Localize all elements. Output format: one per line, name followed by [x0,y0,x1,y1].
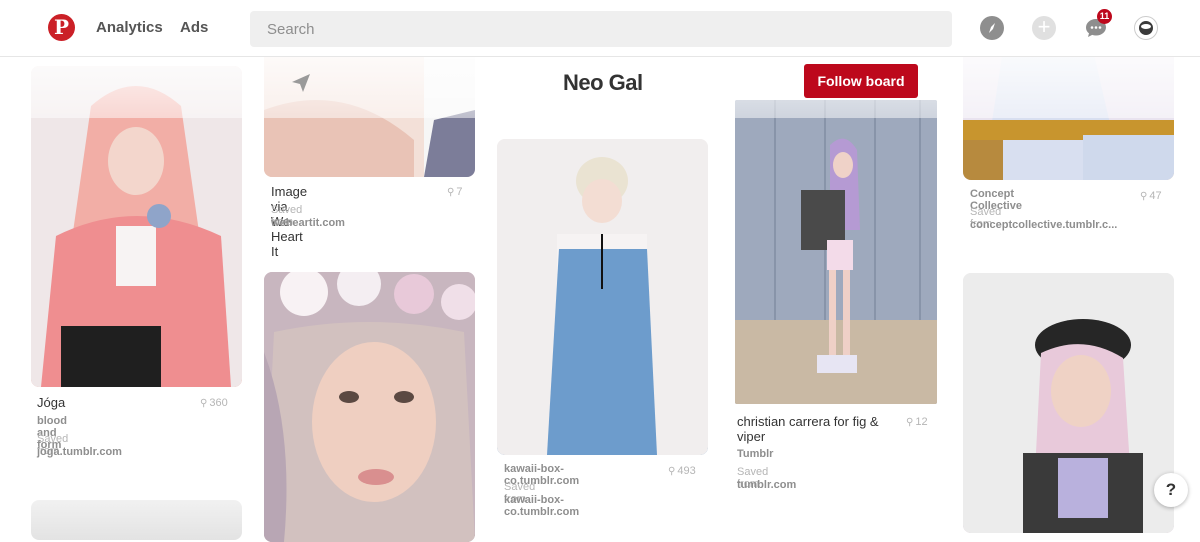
pin-count-icon: ⚲ [200,398,208,409]
repin-count: ⚲ 12 [906,416,928,428]
pin-image[interactable] [963,50,1174,180]
repin-count: ⚲ 7 [447,186,463,198]
pin-count-icon: ⚲ [906,417,914,428]
top-navigation-bar: P Analytics Ads + 11 [0,0,1200,57]
pin-image[interactable] [963,273,1174,533]
repin-count: ⚲ 47 [1140,190,1162,202]
pin-title: christian carrera for fig & viper [737,414,879,444]
pin-source-link[interactable]: tumblr.com [737,479,796,491]
nav-ads-link[interactable]: Ads [180,19,208,36]
pin-image[interactable] [31,500,242,540]
pin-count-icon: ⚲ [447,187,455,198]
search-input[interactable] [250,11,952,47]
pin-source-link[interactable]: kawaii-box-co.tumblr.com [504,494,579,518]
pin-image[interactable] [264,50,475,177]
pinterest-logo[interactable]: P [48,14,75,41]
explore-compass-icon[interactable] [980,16,1004,40]
help-button[interactable]: ? [1154,473,1188,507]
pin-title: Jóga [37,395,66,410]
pin-image[interactable] [264,272,475,542]
send-icon[interactable] [290,72,312,94]
pin-image[interactable] [497,139,708,455]
nav-analytics-link[interactable]: Analytics [96,19,163,36]
pin-source-link[interactable]: weheartit.com [271,217,345,229]
pin-image[interactable] [31,66,242,387]
pin-source-link[interactable]: conceptcollective.tumblr.c... [970,219,1117,231]
pin-count-icon: ⚲ [1140,191,1148,202]
profile-avatar[interactable] [1134,16,1158,40]
add-pin-icon[interactable]: + [1032,16,1056,40]
repin-count: ⚲ 493 [668,465,696,477]
pin-count-icon: ⚲ [668,466,676,477]
board-title: Neo Gal [563,70,643,95]
notification-badge: 11 [1097,9,1112,24]
pin-source-link[interactable]: joga.tumblr.com [37,446,122,458]
follow-board-button[interactable]: Follow board [804,64,918,98]
repin-count: ⚲ 360 [200,397,228,409]
pin-description: Tumblr [737,448,774,460]
pin-image[interactable] [735,100,937,404]
